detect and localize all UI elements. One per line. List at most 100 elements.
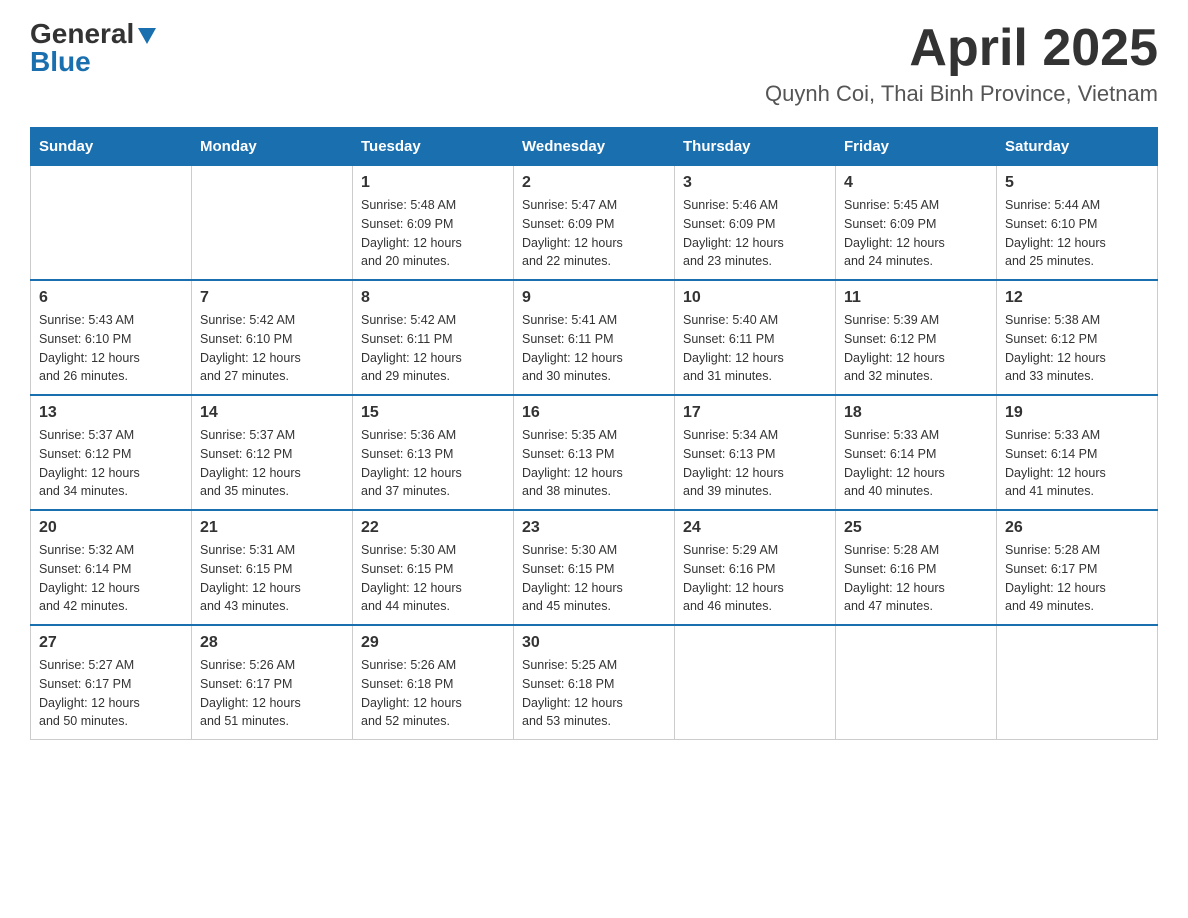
day-info: Sunrise: 5:32 AM Sunset: 6:14 PM Dayligh… (39, 541, 183, 616)
day-number: 18 (844, 404, 988, 422)
day-info: Sunrise: 5:33 AM Sunset: 6:14 PM Dayligh… (1005, 426, 1149, 501)
calendar-week-row: 20 Sunrise: 5:32 AM Sunset: 6:14 PM Dayli… (31, 510, 1158, 625)
day-number: 16 (522, 404, 666, 422)
day-number: 13 (39, 404, 183, 422)
calendar-cell: 4Sunrise: 5:45 AM Sunset: 6:09 PM Daylig… (836, 166, 997, 281)
calendar-cell: 26 Sunrise: 5:28 AM Sunset: 6:17 PM Dayli… (997, 510, 1158, 625)
day-number: 10 (683, 289, 827, 307)
day-number: 26 (1005, 519, 1149, 537)
day-info: Sunrise: 5:35 AM Sunset: 6:13 PM Dayligh… (522, 426, 666, 501)
page-subtitle: Quynh Coi, Thai Binh Province, Vietnam (765, 81, 1158, 107)
calendar-cell: 8Sunrise: 5:42 AM Sunset: 6:11 PM Daylig… (353, 280, 514, 395)
calendar-cell: 21 Sunrise: 5:31 AM Sunset: 6:15 PM Dayli… (192, 510, 353, 625)
day-number: 23 (522, 519, 666, 537)
day-info: Sunrise: 5:28 AM Sunset: 6:16 PM Dayligh… (844, 541, 988, 616)
calendar-cell: 20 Sunrise: 5:32 AM Sunset: 6:14 PM Dayli… (31, 510, 192, 625)
calendar-table: SundayMondayTuesdayWednesdayThursdayFrid… (30, 127, 1158, 740)
calendar-header-friday: Friday (836, 128, 997, 166)
calendar-cell: 18 Sunrise: 5:33 AM Sunset: 6:14 PM Dayli… (836, 395, 997, 510)
calendar-cell (31, 166, 192, 281)
calendar-cell: 27Sunrise: 5:27 AM Sunset: 6:17 PM Dayli… (31, 625, 192, 740)
day-info: Sunrise: 5:28 AM Sunset: 6:17 PM Dayligh… (1005, 541, 1149, 616)
calendar-cell (836, 625, 997, 740)
day-number: 7 (200, 289, 344, 307)
calendar-cell: 23Sunrise: 5:30 AM Sunset: 6:15 PM Dayli… (514, 510, 675, 625)
day-number: 19 (1005, 404, 1149, 422)
day-number: 15 (361, 404, 505, 422)
day-info: Sunrise: 5:41 AM Sunset: 6:11 PM Dayligh… (522, 311, 666, 386)
calendar-cell: 24 Sunrise: 5:29 AM Sunset: 6:16 PM Dayli… (675, 510, 836, 625)
day-info: Sunrise: 5:29 AM Sunset: 6:16 PM Dayligh… (683, 541, 827, 616)
calendar-cell: 30Sunrise: 5:25 AM Sunset: 6:18 PM Dayli… (514, 625, 675, 740)
calendar-cell: 10Sunrise: 5:40 AM Sunset: 6:11 PM Dayli… (675, 280, 836, 395)
logo-triangle-icon (136, 24, 158, 46)
calendar-header-tuesday: Tuesday (353, 128, 514, 166)
calendar-cell: 16 Sunrise: 5:35 AM Sunset: 6:13 PM Dayli… (514, 395, 675, 510)
day-number: 6 (39, 289, 183, 307)
day-number: 24 (683, 519, 827, 537)
day-info: Sunrise: 5:42 AM Sunset: 6:10 PM Dayligh… (200, 311, 344, 386)
calendar-cell: 1 Sunrise: 5:48 AM Sunset: 6:09 PM Daylig… (353, 166, 514, 281)
day-number: 30 (522, 634, 666, 652)
calendar-cell: 13 Sunrise: 5:37 AM Sunset: 6:12 PM Dayli… (31, 395, 192, 510)
title-block: April 2025 Quynh Coi, Thai Binh Province… (765, 20, 1158, 107)
calendar-cell (675, 625, 836, 740)
day-info: Sunrise: 5:30 AM Sunset: 6:15 PM Dayligh… (361, 541, 505, 616)
day-info: Sunrise: 5:39 AM Sunset: 6:12 PM Dayligh… (844, 311, 988, 386)
day-number: 20 (39, 519, 183, 537)
calendar-cell: 3Sunrise: 5:46 AM Sunset: 6:09 PM Daylig… (675, 166, 836, 281)
day-number: 12 (1005, 289, 1149, 307)
day-number: 4 (844, 174, 988, 192)
day-info: Sunrise: 5:42 AM Sunset: 6:11 PM Dayligh… (361, 311, 505, 386)
calendar-header-row: SundayMondayTuesdayWednesdayThursdayFrid… (31, 128, 1158, 166)
calendar-cell: 28 Sunrise: 5:26 AM Sunset: 6:17 PM Dayli… (192, 625, 353, 740)
day-number: 9 (522, 289, 666, 307)
day-info: Sunrise: 5:44 AM Sunset: 6:10 PM Dayligh… (1005, 196, 1149, 271)
calendar-cell (997, 625, 1158, 740)
logo-general: General (30, 20, 134, 48)
day-number: 28 (200, 634, 344, 652)
day-info: Sunrise: 5:48 AM Sunset: 6:09 PM Dayligh… (361, 196, 505, 271)
day-number: 14 (200, 404, 344, 422)
calendar-cell: 9 Sunrise: 5:41 AM Sunset: 6:11 PM Daylig… (514, 280, 675, 395)
calendar-week-row: 13 Sunrise: 5:37 AM Sunset: 6:12 PM Dayli… (31, 395, 1158, 510)
calendar-cell: 25 Sunrise: 5:28 AM Sunset: 6:16 PM Dayli… (836, 510, 997, 625)
day-info: Sunrise: 5:37 AM Sunset: 6:12 PM Dayligh… (200, 426, 344, 501)
page-header: General Blue April 2025 Quynh Coi, Thai … (30, 20, 1158, 107)
calendar-week-row: 6 Sunrise: 5:43 AM Sunset: 6:10 PM Daylig… (31, 280, 1158, 395)
day-info: Sunrise: 5:26 AM Sunset: 6:17 PM Dayligh… (200, 656, 344, 731)
day-number: 3 (683, 174, 827, 192)
calendar-cell: 17Sunrise: 5:34 AM Sunset: 6:13 PM Dayli… (675, 395, 836, 510)
calendar-cell: 14 Sunrise: 5:37 AM Sunset: 6:12 PM Dayli… (192, 395, 353, 510)
day-number: 25 (844, 519, 988, 537)
calendar-week-row: 27Sunrise: 5:27 AM Sunset: 6:17 PM Dayli… (31, 625, 1158, 740)
day-info: Sunrise: 5:33 AM Sunset: 6:14 PM Dayligh… (844, 426, 988, 501)
logo-blue: Blue (30, 46, 91, 77)
day-number: 29 (361, 634, 505, 652)
day-number: 21 (200, 519, 344, 537)
day-number: 22 (361, 519, 505, 537)
day-number: 11 (844, 289, 988, 307)
page-title: April 2025 (765, 20, 1158, 77)
day-number: 1 (361, 174, 505, 192)
calendar-week-row: 1 Sunrise: 5:48 AM Sunset: 6:09 PM Daylig… (31, 166, 1158, 281)
day-info: Sunrise: 5:43 AM Sunset: 6:10 PM Dayligh… (39, 311, 183, 386)
day-number: 5 (1005, 174, 1149, 192)
day-number: 2 (522, 174, 666, 192)
calendar-cell: 15Sunrise: 5:36 AM Sunset: 6:13 PM Dayli… (353, 395, 514, 510)
day-info: Sunrise: 5:31 AM Sunset: 6:15 PM Dayligh… (200, 541, 344, 616)
calendar-header-monday: Monday (192, 128, 353, 166)
day-info: Sunrise: 5:37 AM Sunset: 6:12 PM Dayligh… (39, 426, 183, 501)
calendar-cell: 2Sunrise: 5:47 AM Sunset: 6:09 PM Daylig… (514, 166, 675, 281)
calendar-cell: 19 Sunrise: 5:33 AM Sunset: 6:14 PM Dayli… (997, 395, 1158, 510)
calendar-cell: 6 Sunrise: 5:43 AM Sunset: 6:10 PM Daylig… (31, 280, 192, 395)
day-info: Sunrise: 5:34 AM Sunset: 6:13 PM Dayligh… (683, 426, 827, 501)
calendar-cell: 5 Sunrise: 5:44 AM Sunset: 6:10 PM Daylig… (997, 166, 1158, 281)
calendar-cell (192, 166, 353, 281)
calendar-header-saturday: Saturday (997, 128, 1158, 166)
calendar-cell: 29Sunrise: 5:26 AM Sunset: 6:18 PM Dayli… (353, 625, 514, 740)
calendar-cell: 22 Sunrise: 5:30 AM Sunset: 6:15 PM Dayli… (353, 510, 514, 625)
calendar-header-sunday: Sunday (31, 128, 192, 166)
day-info: Sunrise: 5:38 AM Sunset: 6:12 PM Dayligh… (1005, 311, 1149, 386)
day-number: 27 (39, 634, 183, 652)
